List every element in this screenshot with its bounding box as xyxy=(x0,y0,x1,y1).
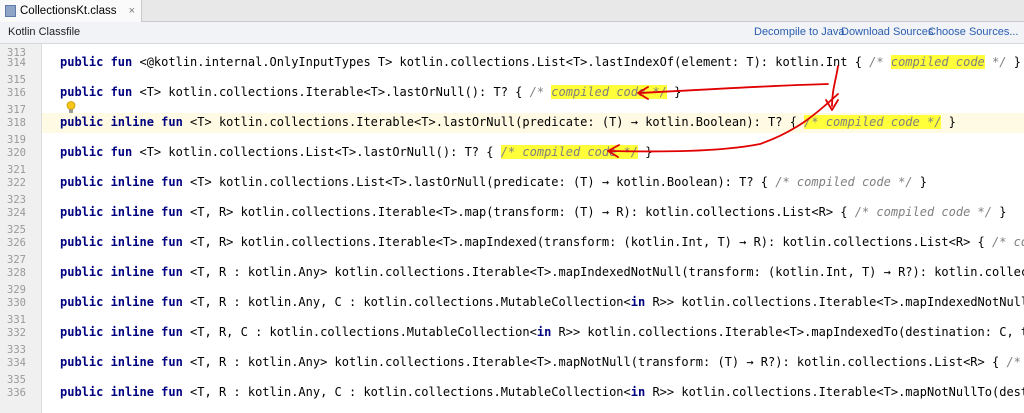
highlighted-comment: /* compiled code */ xyxy=(804,115,942,129)
code-line-326[interactable]: public inline fun <T, R> kotlin.collecti… xyxy=(60,235,1024,250)
code-text: <T, R> kotlin.collections.Iterable<T>.ma… xyxy=(182,235,992,249)
tab-title: CollectionsKt.class xyxy=(20,5,117,17)
code-text: <T, R : kotlin.Any> kotlin.collections.I… xyxy=(182,355,1007,369)
code-text: <T> kotlin.collections.List<T>.lastOrNul… xyxy=(132,145,501,159)
line-number: 327 xyxy=(7,254,26,266)
keyword: public inline fun xyxy=(60,325,183,339)
code-line-316[interactable]: public fun <T> kotlin.collections.Iterab… xyxy=(60,85,681,100)
code-text: <T, R : kotlin.Any> kotlin.collections.I… xyxy=(182,265,1024,279)
keyword: public inline fun xyxy=(60,355,183,369)
lightbulb-icon[interactable] xyxy=(66,101,76,114)
keyword: in xyxy=(630,385,646,399)
code-text: } xyxy=(992,205,1007,219)
tab-collectionskt-class[interactable]: CollectionsKt.class × xyxy=(0,0,142,22)
line-number: 315 xyxy=(7,74,26,86)
comment: */ xyxy=(984,55,1007,69)
line-number: 328 xyxy=(7,267,26,279)
line-number: 318 xyxy=(7,117,26,129)
keyword: public inline fun xyxy=(60,115,183,129)
comment: /* xyxy=(869,55,891,69)
line-number: 324 xyxy=(7,207,26,219)
code-editor[interactable]: public fun <@kotlin.internal.OnlyInputTy… xyxy=(42,44,1024,413)
code-line-314[interactable]: public fun <@kotlin.internal.OnlyInputTy… xyxy=(60,55,1021,70)
download-sources-link[interactable]: Download Sources xyxy=(841,26,933,38)
keyword: public inline fun xyxy=(60,295,183,309)
line-number: 334 xyxy=(7,357,26,369)
close-icon[interactable]: × xyxy=(129,5,135,17)
line-number: 331 xyxy=(7,314,26,326)
line-number-gutter[interactable]: 313 314 315 316 317 318 319 320 321 322 … xyxy=(0,44,42,413)
code-line-330[interactable]: public inline fun <T, R : kotlin.Any, C … xyxy=(60,295,1024,310)
code-text: <T> kotlin.collections.Iterable<T>.lastO… xyxy=(182,115,805,129)
code-text: } xyxy=(912,175,927,189)
code-text: R>> kotlin.collections.Iterable<T>.mapIn… xyxy=(652,295,1024,309)
line-number: 332 xyxy=(7,327,26,339)
code-line-318[interactable]: public inline fun <T> kotlin.collections… xyxy=(60,115,956,130)
comment: /* compiled xyxy=(1006,355,1021,369)
class-file-icon xyxy=(5,5,16,17)
code-line-332[interactable]: public inline fun <T, R, C : kotlin.coll… xyxy=(60,325,1024,340)
keyword: public fun xyxy=(60,55,133,69)
code-text: <T, R, C : kotlin.collections.MutableCol… xyxy=(182,325,537,339)
keyword: public inline fun xyxy=(60,385,183,399)
code-line-336[interactable]: public inline fun <T, R : kotlin.Any, C … xyxy=(60,385,1024,400)
editor-tab-bar: CollectionsKt.class × xyxy=(0,0,1024,22)
code-line-328[interactable]: public inline fun <T, R : kotlin.Any> ko… xyxy=(60,265,1024,280)
code-text: <@kotlin.internal.OnlyInputTypes T> kotl… xyxy=(132,55,870,69)
code-line-320[interactable]: public fun <T> kotlin.collections.List<T… xyxy=(60,145,652,160)
line-number: 322 xyxy=(7,177,26,189)
keyword: in xyxy=(630,295,646,309)
comment: /* compiled code xyxy=(991,235,1024,249)
code-text: R>> kotlin.collections.Iterable<T>.mapIn… xyxy=(558,325,1024,339)
comment: /* compiled code */ xyxy=(775,175,913,189)
code-text: } xyxy=(666,85,682,99)
keyword: public inline fun xyxy=(60,265,183,279)
line-number: 325 xyxy=(7,224,26,236)
comment: /* compiled code */ xyxy=(854,205,992,219)
line-number: 333 xyxy=(7,344,26,356)
code-text: <T> kotlin.collections.List<T>.lastOrNul… xyxy=(182,175,776,189)
code-text: <T, R> kotlin.collections.Iterable<T>.ma… xyxy=(182,205,855,219)
keyword: public inline fun xyxy=(60,205,183,219)
code-text: <T, R : kotlin.Any, C : kotlin.collectio… xyxy=(182,385,631,399)
code-line-322[interactable]: public inline fun <T> kotlin.collections… xyxy=(60,175,927,190)
line-number: 323 xyxy=(7,194,26,206)
decompile-to-java-link[interactable]: Decompile to Java xyxy=(754,26,845,38)
code-text: <T, R : kotlin.Any, C : kotlin.collectio… xyxy=(182,295,631,309)
keyword: in xyxy=(536,325,552,339)
keyword: public fun xyxy=(60,145,133,159)
code-text: } xyxy=(638,145,653,159)
code-text: R>> kotlin.collections.Iterable<T>.mapNo… xyxy=(652,385,1024,399)
line-number: 335 xyxy=(7,374,26,386)
line-number: 321 xyxy=(7,164,26,176)
code-text: <T> kotlin.collections.Iterable<T>.lastO… xyxy=(132,85,530,99)
keyword: public fun xyxy=(60,85,133,99)
line-number: 317 xyxy=(7,104,26,116)
line-number: 336 xyxy=(7,387,26,399)
classfile-label: Kotlin Classfile xyxy=(8,26,81,38)
code-text: } xyxy=(941,115,956,129)
highlighted-comment: compiled code xyxy=(890,55,985,69)
line-number: 316 xyxy=(7,87,26,99)
line-number: 320 xyxy=(7,147,26,159)
code-line-324[interactable]: public inline fun <T, R> kotlin.collecti… xyxy=(60,205,1006,220)
code-text: } xyxy=(1006,55,1021,69)
line-number: 330 xyxy=(7,297,26,309)
keyword: public inline fun xyxy=(60,235,183,249)
highlighted-comment: /* compiled code */ xyxy=(500,145,638,159)
comment: /* xyxy=(529,85,552,99)
code-line-334[interactable]: public inline fun <T, R : kotlin.Any> ko… xyxy=(60,355,1024,370)
line-number: 326 xyxy=(7,237,26,249)
line-number: 314 xyxy=(7,57,26,69)
classfile-info-bar: Kotlin Classfile Decompile to Java Downl… xyxy=(0,22,1024,44)
highlighted-comment: compiled code */ xyxy=(551,85,667,99)
line-number: 329 xyxy=(7,284,26,296)
line-number: 319 xyxy=(7,134,26,146)
choose-sources-link[interactable]: Choose Sources... xyxy=(928,26,1019,38)
keyword: public inline fun xyxy=(60,175,183,189)
